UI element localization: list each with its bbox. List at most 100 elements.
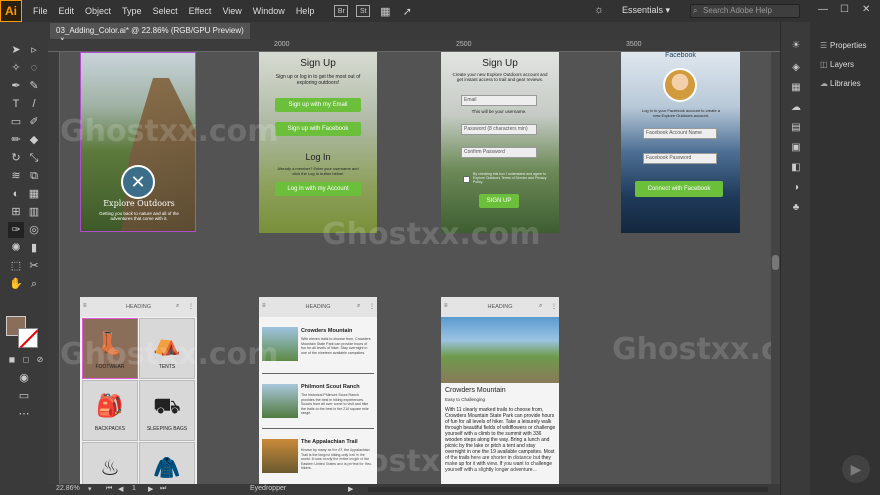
artboard-trails[interactable]: HEADING ≡ ⌕ ⋮ Crowders Mountain With ele…: [259, 297, 377, 484]
horizontal-scrollbar[interactable]: [368, 487, 768, 492]
document-tab[interactable]: 03_Adding_Color.ai* @ 22.86% (RGB/GPU Pr…: [50, 23, 250, 44]
artboard-facebook[interactable]: Facebook Log in to your Facebook account…: [621, 52, 740, 233]
hamburger-icon[interactable]: ≡: [262, 303, 266, 309]
document-info-icon[interactable]: ▤: [789, 122, 803, 136]
type-tool-icon[interactable]: T: [8, 96, 24, 112]
trail-title[interactable]: Philmont Scout Ranch: [301, 384, 360, 390]
first-artboard-icon[interactable]: ⏮: [106, 485, 112, 493]
more-icon[interactable]: ⋮: [369, 303, 375, 310]
lasso-icon[interactable]: ◌: [26, 60, 42, 76]
more-icon[interactable]: ⋮: [551, 303, 557, 310]
direct-selection-tool-icon[interactable]: ▹: [26, 42, 42, 58]
vertical-ruler[interactable]: [48, 52, 60, 484]
perspective-grid-icon[interactable]: ▦: [26, 186, 42, 202]
rotate-tool-icon[interactable]: ↻: [8, 150, 24, 166]
graphic-styles-icon[interactable]: ◧: [789, 162, 803, 176]
gear-cookware[interactable]: ♨: [82, 442, 138, 484]
selection-tool-icon[interactable]: ➤: [8, 42, 24, 58]
menu-type[interactable]: Type: [122, 6, 142, 16]
menu-select[interactable]: Select: [153, 6, 178, 16]
horizontal-ruler[interactable]: 2000 2500 3500: [48, 40, 780, 52]
menu-view[interactable]: View: [222, 6, 241, 16]
gear-backpacks[interactable]: 🎒 BACKPACKS: [82, 380, 138, 441]
canvas[interactable]: ✕ Explore Outdoors Getting you back to n…: [60, 52, 771, 484]
column-graph-icon[interactable]: ▮: [26, 240, 42, 256]
connect-facebook-button[interactable]: Connect with Facebook: [635, 181, 723, 197]
email-field[interactable]: Email: [461, 95, 537, 106]
stroke-swatch[interactable]: [18, 328, 38, 348]
bridge-button[interactable]: Br: [334, 5, 349, 17]
scroll-thumb[interactable]: [772, 255, 779, 270]
paintbrush-icon[interactable]: ✐: [26, 114, 42, 130]
more-icon[interactable]: ⋮: [188, 303, 194, 310]
libraries-panel-tab[interactable]: ☁ Libraries: [820, 79, 861, 88]
trail-title[interactable]: The Appalachian Trail: [301, 439, 358, 445]
last-artboard-icon[interactable]: ⏭: [160, 485, 166, 493]
artboard-gear[interactable]: HEADING ≡ ⌕ ⋮ 👢 FOOTWEAR ⛺ TENTS 🎒 BACKPACK…: [80, 297, 197, 484]
zoom-level[interactable]: 22.86%: [56, 485, 80, 492]
search-icon[interactable]: ⌕: [176, 303, 179, 310]
shape-builder-icon[interactable]: ◐: [8, 186, 24, 202]
search-help-input[interactable]: ⌕ Search Adobe Help: [690, 4, 800, 18]
artboard-signup-login[interactable]: Sign Up Sign up or log in to get the mos…: [259, 52, 377, 233]
menu-window[interactable]: Window: [253, 6, 285, 16]
gear-sleeping-bags[interactable]: ⛟ SLEEPING BAGS: [139, 380, 195, 441]
draw-mode-icon[interactable]: ◉: [16, 370, 32, 386]
artboard-trail-detail[interactable]: HEADING ≡ ⌕ ⋮ Crowders Mountain Easy to …: [441, 297, 559, 484]
eraser-icon[interactable]: ◆: [26, 132, 42, 148]
confirm-password-field[interactable]: Confirm Password: [461, 147, 537, 158]
layers-panel-tab[interactable]: ◫ Layers: [820, 60, 854, 69]
width-tool-icon[interactable]: ≋: [8, 168, 24, 184]
workspace-switcher[interactable]: Essentials ▾: [622, 5, 670, 16]
zoom-dropdown-icon[interactable]: ▾: [88, 485, 92, 493]
hamburger-icon[interactable]: ≡: [83, 303, 87, 309]
lightbulb-icon[interactable]: ☼: [594, 4, 604, 16]
pen-tool-icon[interactable]: ✒: [8, 78, 24, 94]
none-color-icon[interactable]: ⊘: [32, 352, 48, 368]
artboard-explore[interactable]: ✕ Explore Outdoors Getting you back to n…: [80, 52, 196, 232]
artboard-signup-form[interactable]: Sign Up Create your new Explore Outdoors…: [441, 52, 559, 233]
gradient-tool-icon[interactable]: ▥: [26, 204, 42, 220]
curvature-tool-icon[interactable]: ✎: [26, 78, 42, 94]
more-tools-icon[interactable]: ⋯: [16, 406, 32, 422]
color-guide-icon[interactable]: ☀: [789, 40, 803, 54]
symbol-sprayer-icon[interactable]: ✺: [8, 240, 24, 256]
artboard-number[interactable]: 1: [132, 485, 136, 492]
prev-artboard-icon[interactable]: ◀: [118, 485, 123, 493]
rectangle-tool-icon[interactable]: ▭: [8, 114, 24, 130]
color-icon[interactable]: ◈: [789, 62, 803, 76]
screen-mode-icon[interactable]: ▭: [16, 388, 32, 404]
line-tool-icon[interactable]: /: [26, 96, 42, 112]
eyedropper-icon[interactable]: ✑: [8, 222, 24, 238]
login-account-button[interactable]: Log in with my Account: [275, 182, 361, 196]
search-icon[interactable]: ⌕: [539, 303, 542, 310]
gpu-rocket-icon[interactable]: ➚: [400, 5, 414, 18]
facebook-password-field[interactable]: Facebook Password: [643, 153, 717, 164]
stock-button[interactable]: St: [356, 5, 371, 17]
slice-tool-icon[interactable]: ✂: [26, 258, 42, 274]
zoom-tool-icon[interactable]: ⌕: [26, 276, 42, 292]
hamburger-icon[interactable]: ≡: [444, 303, 448, 309]
symbols-icon[interactable]: ♣: [789, 202, 803, 216]
close-window-icon[interactable]: ✕: [862, 4, 870, 15]
magic-wand-icon[interactable]: ✧: [8, 60, 24, 76]
signup-submit-button[interactable]: SIGN UP: [479, 194, 519, 208]
gear-jackets[interactable]: 🧥: [139, 442, 195, 484]
arrange-documents-icon[interactable]: ▦: [378, 5, 392, 18]
gear-footwear[interactable]: 👢 FOOTWEAR: [82, 318, 138, 379]
brushes-icon[interactable]: ☁: [789, 102, 803, 116]
mesh-tool-icon[interactable]: ⊞: [8, 204, 24, 220]
menu-help[interactable]: Help: [296, 6, 315, 16]
swatches-icon[interactable]: ▦: [789, 82, 803, 96]
menu-effect[interactable]: Effect: [189, 6, 212, 16]
free-transform-icon[interactable]: ⧉: [26, 168, 42, 184]
next-artboard-icon[interactable]: ▶: [148, 485, 153, 493]
gear-tents[interactable]: ⛺ TENTS: [139, 318, 195, 379]
menu-edit[interactable]: Edit: [59, 6, 75, 16]
maximize-icon[interactable]: ☐: [840, 4, 849, 15]
signup-email-button[interactable]: Sign up with my Email: [275, 98, 361, 112]
password-field[interactable]: Password (8 characters min): [461, 124, 537, 135]
search-icon[interactable]: ⌕: [357, 303, 360, 310]
signup-facebook-button[interactable]: Sign up with Facebook: [275, 122, 361, 136]
appearance-icon[interactable]: ▣: [789, 142, 803, 156]
